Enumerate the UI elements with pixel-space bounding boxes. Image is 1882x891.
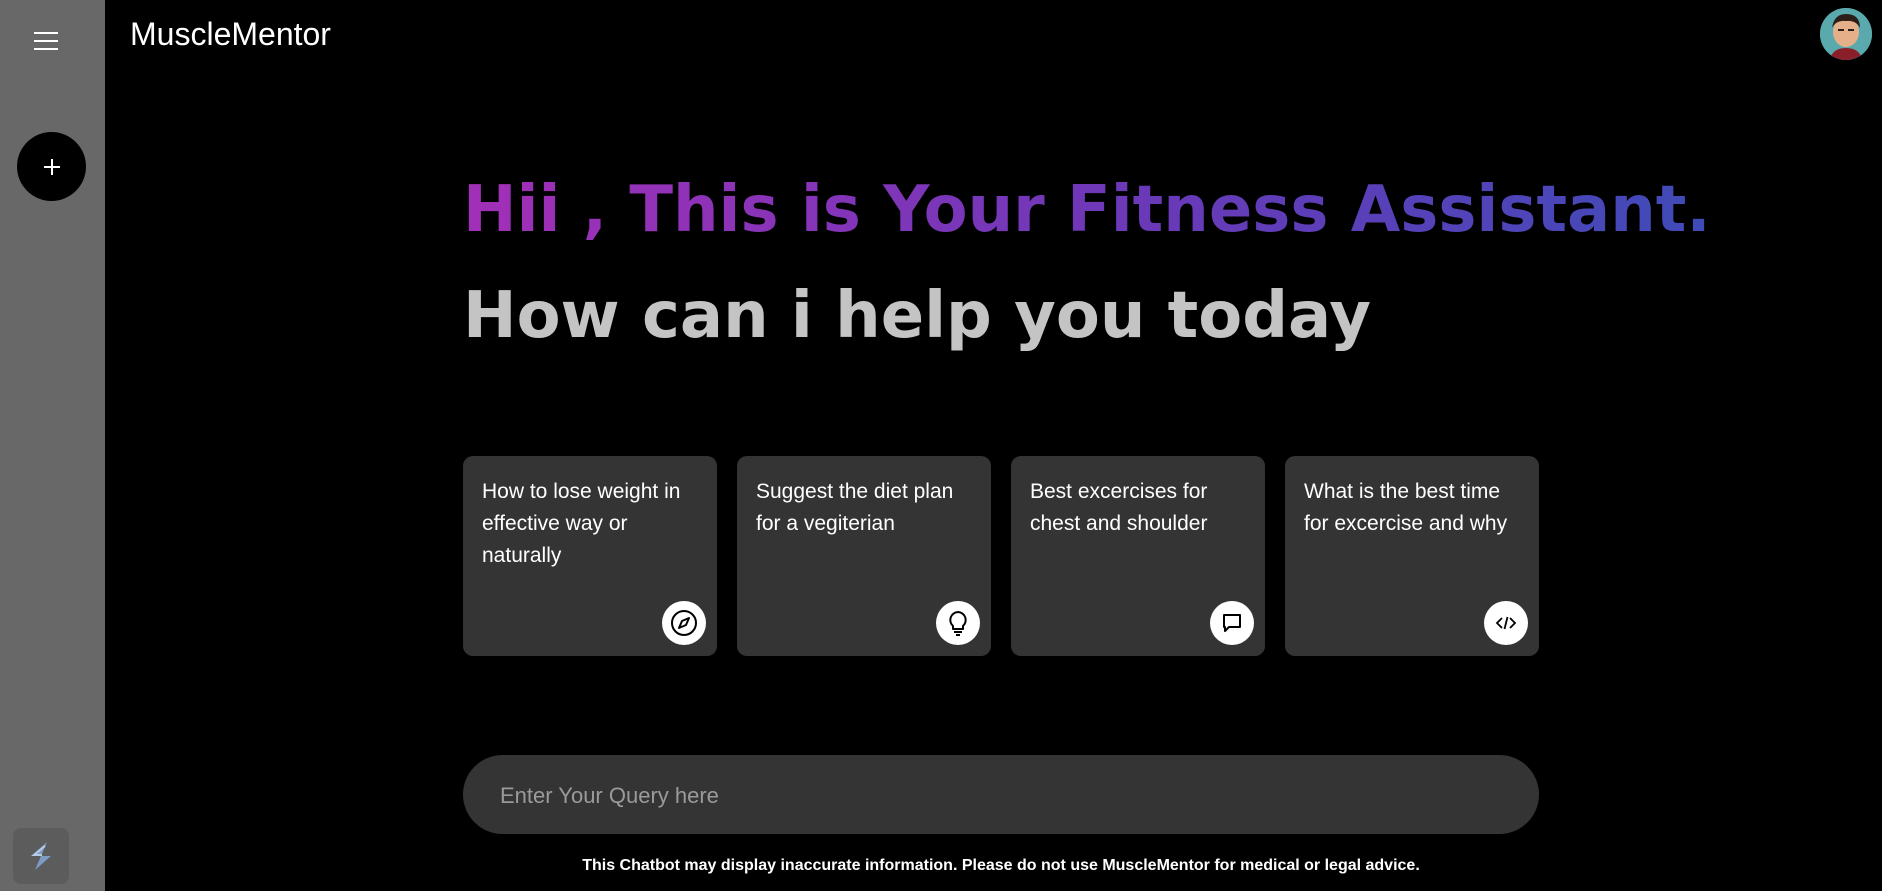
lightbulb-icon	[936, 601, 980, 645]
app-title: MuscleMentor	[130, 16, 331, 52]
disclaimer-text: This Chatbot may display inaccurate info…	[582, 857, 1420, 874]
chat-bubble-icon	[1210, 601, 1254, 645]
suggestion-card-diet-plan[interactable]: Suggest the diet plan for a vegiterian	[737, 456, 991, 656]
app-logo-icon[interactable]	[13, 828, 69, 884]
card-text: Best excercises for chest and shoulder	[1030, 480, 1208, 535]
suggestion-card-chest-shoulder[interactable]: Best excercises for chest and shoulder	[1011, 456, 1265, 656]
suggestion-cards: How to lose weight in effective way or n…	[463, 456, 1539, 656]
greeting-heading: Hii , This is Your Fitness Assistant.	[463, 170, 1711, 250]
hamburger-menu-icon[interactable]	[30, 24, 64, 58]
sidebar	[0, 0, 105, 891]
suggestion-card-best-time[interactable]: What is the best time for excercise and …	[1285, 456, 1539, 656]
plus-icon	[43, 158, 60, 175]
new-chat-button[interactable]	[17, 132, 86, 201]
card-text: What is the best time for excercise and …	[1304, 480, 1508, 535]
query-input[interactable]	[498, 755, 1502, 836]
app-root: MuscleMentor Hii , This is Your Fitness …	[0, 0, 1882, 891]
compass-icon	[662, 601, 706, 645]
subgreeting-heading: How can i help you today	[463, 279, 1371, 353]
suggestion-card-lose-weight[interactable]: How to lose weight in effective way or n…	[463, 456, 717, 656]
card-text: How to lose weight in effective way or n…	[482, 480, 681, 567]
card-text: Suggest the diet plan for a vegiterian	[756, 480, 954, 535]
code-icon	[1484, 601, 1528, 645]
query-bar	[463, 755, 1539, 836]
user-avatar[interactable]	[1820, 8, 1872, 60]
